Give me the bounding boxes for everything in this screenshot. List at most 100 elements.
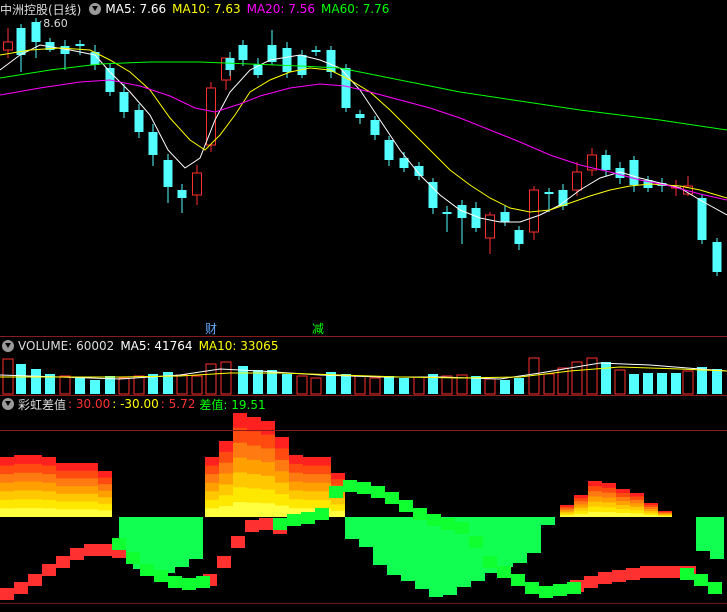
rainbow-pos-column: [303, 457, 317, 517]
price-candle: [428, 178, 438, 214]
price-candle: [587, 148, 597, 176]
volume-bar: [296, 375, 308, 395]
price-legend: 中洲控股(日线) MA5: 7.66 MA10: 7.63 MA20: 7.56…: [0, 1, 395, 17]
rainbow-neg-column: [710, 517, 724, 559]
volume-bar: [384, 376, 394, 394]
volume-bar: [682, 370, 694, 395]
volume-bar: [671, 373, 681, 394]
volume-bar: [514, 378, 524, 394]
rainbow-pos-column: [588, 481, 602, 517]
price-candle: [500, 206, 510, 226]
rainbow-pos-column: [205, 457, 219, 517]
volume-bar: [413, 376, 425, 395]
rainbow-dropdown-icon[interactable]: [2, 398, 14, 410]
volume-bar: [712, 369, 722, 394]
price-candle: [31, 18, 41, 58]
rainbow-neg-column: [513, 517, 527, 563]
rainbow-bottom-line: [0, 603, 727, 604]
rainbow-neg-column: [345, 517, 359, 539]
rainbow-pos-column: [56, 463, 70, 517]
price-candle: [457, 200, 467, 244]
rainbow-pos-column: [275, 437, 289, 517]
ma10-readout: MA10: 7.63: [172, 2, 241, 16]
price-candle: [60, 40, 70, 70]
volume-bar: [176, 374, 188, 395]
volume-bar: [16, 364, 26, 394]
price-candle: [148, 124, 158, 166]
price-candle: [485, 212, 495, 254]
rainbow-legend: 彩虹差值 : 30.00 : -30.00 : 5.72 差值: 19.51: [0, 396, 272, 412]
volume-dropdown-icon[interactable]: [2, 340, 14, 352]
price-candle: [297, 50, 307, 78]
price-candle: [282, 42, 292, 78]
price-candle: [311, 46, 321, 56]
rainbow-neg-column: [359, 517, 373, 547]
volume-bar: [310, 377, 322, 395]
volume-bar: [657, 373, 667, 394]
volume-bar: [500, 380, 510, 394]
stock-title: 中洲控股(日线): [0, 2, 82, 17]
volume-bar: [643, 373, 653, 394]
price-candle: [90, 45, 100, 70]
rainbow-pos-column: [289, 455, 303, 517]
volume-bar: [614, 369, 626, 395]
price-candle: [370, 116, 380, 140]
rainbow-pos-column: [28, 455, 42, 517]
volume-readout: VOLUME: 60002: [18, 339, 115, 353]
price-candle: [134, 104, 144, 138]
rainbow-pos-column: [658, 511, 672, 517]
rainbow-chart[interactable]: [0, 396, 727, 610]
indicator-dropdown-icon[interactable]: [89, 3, 102, 15]
volume-bar: [267, 370, 277, 394]
rainbow-pos-column: [14, 455, 28, 517]
rainbow-neg-column: [527, 517, 541, 553]
price-candle: [712, 238, 722, 276]
rainbow-pos-column: [560, 505, 574, 517]
rainbow-v1: : 30.00: [68, 397, 111, 411]
price-candle: [177, 184, 187, 213]
rainbow-neg-column: [696, 517, 710, 551]
rainbow-pos-column: [0, 457, 14, 517]
rainbow-neg-column: [401, 517, 415, 581]
volume-bar: [601, 362, 611, 394]
rainbow-neg-column: [471, 517, 485, 581]
volume-bar: [59, 375, 71, 395]
rainbow-neg-column: [175, 517, 189, 567]
rainbow-pos-column: [616, 489, 630, 517]
volume-bar: [341, 374, 351, 394]
volume-bar: [31, 369, 41, 394]
volume-bar: [205, 363, 217, 395]
rainbow-neg-column: [541, 517, 555, 525]
rainbow-neg-column: [429, 517, 443, 597]
ma60-readout: MA60: 7.76: [321, 2, 390, 16]
rainbow-title: 彩虹差值: [18, 397, 67, 412]
rainbow-pos-column: [42, 457, 56, 517]
volume-bar: [191, 375, 203, 395]
volume-bar: [484, 378, 496, 395]
rainbow-pos-column: [574, 495, 588, 517]
price-candle: [629, 156, 639, 192]
volume-bar: [220, 361, 232, 395]
rainbow-neg-column: [373, 517, 387, 565]
price-candle: [16, 24, 26, 72]
rainbow-neg-column: [387, 517, 401, 575]
volume-bar: [133, 375, 145, 395]
volume-bar: [118, 377, 130, 395]
price-candle: [384, 136, 394, 166]
volume-bar: [629, 374, 639, 394]
price-chart[interactable]: [0, 0, 727, 336]
rainbow-pos-column: [644, 503, 658, 517]
rainbow-v3: : 5.72: [160, 397, 196, 411]
rainbow-neg-column: [189, 517, 203, 559]
price-candle: [471, 202, 481, 232]
rainbow-pos-column: [261, 421, 275, 517]
volume-bar: [75, 377, 85, 394]
volume-bar: [354, 375, 366, 395]
price-candle: [45, 38, 55, 52]
volume-bar: [282, 374, 292, 394]
vol-ma5-readout: MA5: 41764: [120, 339, 193, 353]
ma20-readout: MA20: 7.56: [246, 2, 316, 16]
rainbow-pos-column: [219, 441, 233, 517]
rainbow-pos-column: [98, 471, 112, 517]
volume-bar: [90, 380, 100, 394]
